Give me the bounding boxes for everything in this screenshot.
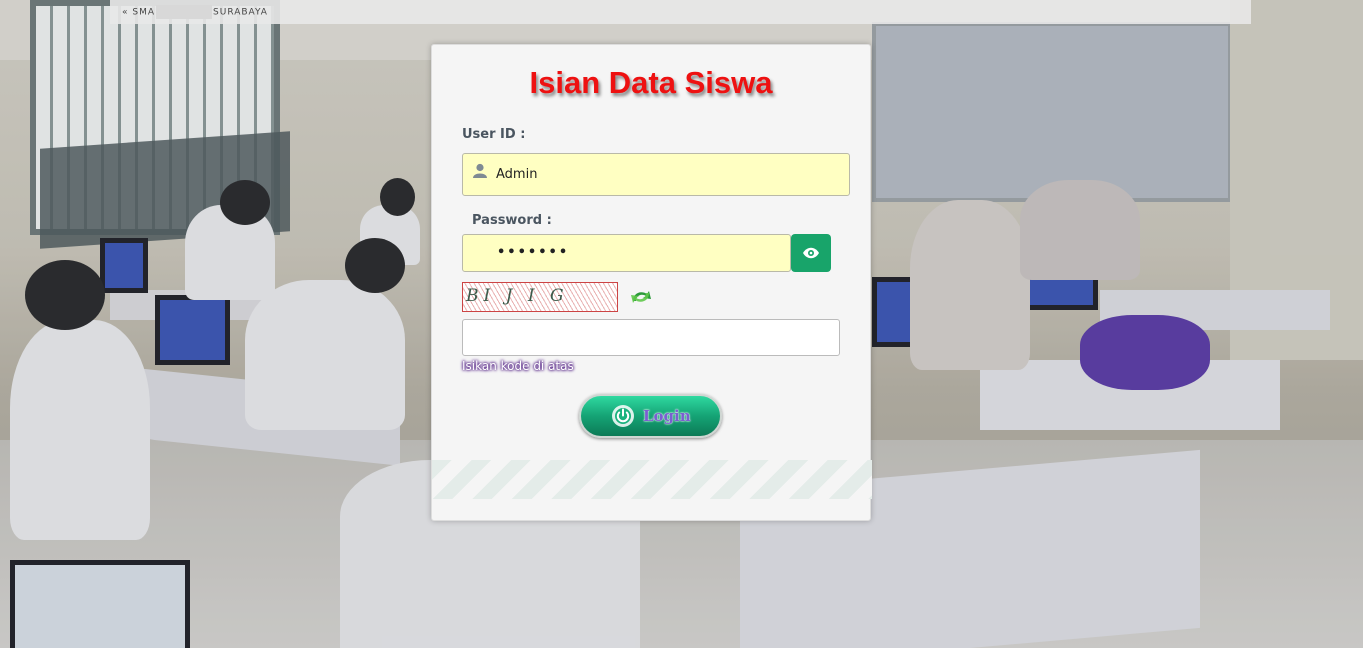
password-input[interactable]: ••••••• xyxy=(462,234,791,272)
login-panel: Isian Data Siswa User ID : Admin Passwor… xyxy=(431,44,872,521)
redacted-school-name xyxy=(156,5,213,19)
captcha-hint: Isikan kode di atas xyxy=(462,359,574,373)
refresh-icon[interactable] xyxy=(627,283,655,311)
power-icon xyxy=(612,405,634,427)
eye-icon xyxy=(803,247,819,259)
show-password-button[interactable] xyxy=(791,234,831,272)
login-label: Login xyxy=(643,407,691,425)
decorative-stripes xyxy=(432,460,872,499)
user-icon xyxy=(473,163,487,178)
password-value: ••••••• xyxy=(497,245,570,260)
login-button[interactable]: Login xyxy=(579,394,722,438)
page-title: Isian Data Siswa xyxy=(529,65,773,100)
school-link[interactable]: « SMA xyxy=(122,8,155,18)
school-city: SURABAYA xyxy=(213,7,268,18)
password-label: Password : xyxy=(472,213,552,228)
user-id-input[interactable]: Admin xyxy=(462,153,850,196)
captcha-input[interactable] xyxy=(462,319,840,356)
user-id-value: Admin xyxy=(496,167,538,182)
top-bar: « SMA SURABAYA xyxy=(110,0,1251,24)
captcha-image: BI J I G xyxy=(462,282,618,312)
user-id-label: User ID : xyxy=(462,127,526,142)
